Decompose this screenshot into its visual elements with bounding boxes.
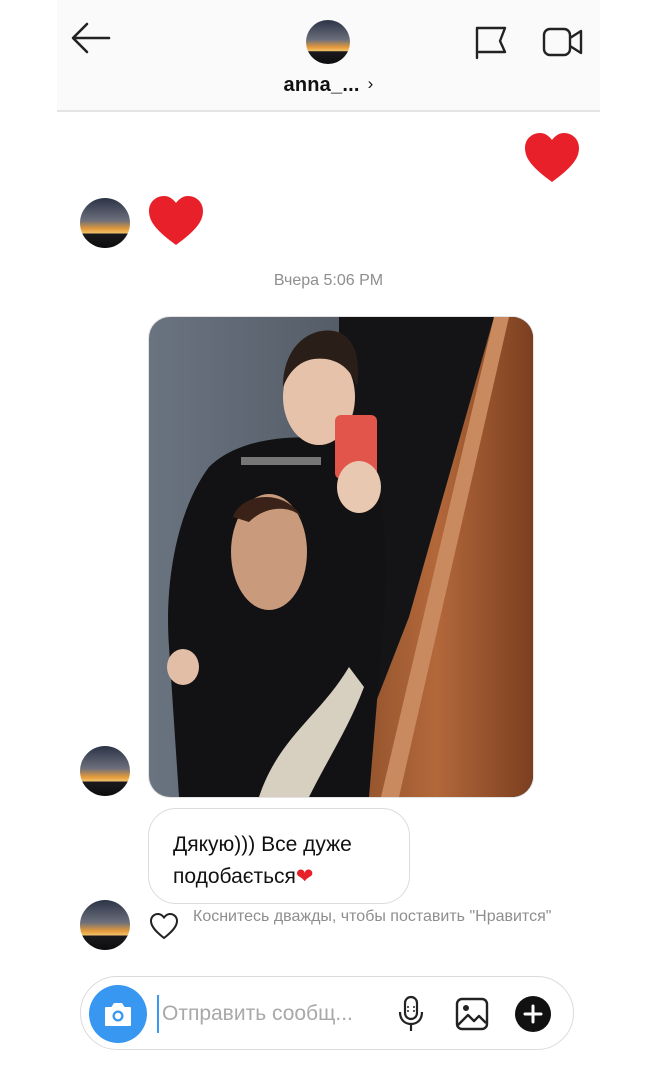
chevron-right-icon: › bbox=[367, 74, 374, 93]
flag-button[interactable] bbox=[471, 22, 511, 62]
heart-emoji: ❤ bbox=[295, 865, 314, 888]
microphone-icon bbox=[398, 995, 424, 1031]
header-avatar[interactable] bbox=[306, 20, 350, 64]
received-heart-message[interactable] bbox=[147, 195, 205, 247]
camera-button[interactable] bbox=[89, 985, 147, 1043]
image-gallery-icon bbox=[455, 997, 489, 1031]
video-call-button[interactable] bbox=[541, 22, 585, 62]
message-text: Дякую))) Все дуже подобається bbox=[173, 833, 352, 888]
left-margin bbox=[0, 0, 57, 1065]
flag-icon bbox=[475, 26, 507, 60]
text-message-bubble[interactable]: Дякую))) Все дуже подобається❤ bbox=[148, 808, 410, 904]
message-input[interactable] bbox=[157, 995, 384, 1033]
mirror-selfie-photo bbox=[149, 317, 533, 797]
plus-circle-icon bbox=[515, 996, 551, 1032]
sender-avatar[interactable] bbox=[80, 198, 130, 248]
sender-avatar[interactable] bbox=[80, 900, 130, 950]
arrow-left-icon bbox=[71, 22, 111, 54]
message-timestamp: Вчера 5:06 PM bbox=[273, 272, 384, 289]
sunset-avatar-image bbox=[306, 20, 350, 64]
like-hint-text: Коснитесь дважды, чтобы поставить "Нрави… bbox=[193, 908, 552, 925]
sender-avatar[interactable] bbox=[80, 746, 130, 796]
video-camera-icon bbox=[542, 27, 583, 57]
sent-heart-message[interactable] bbox=[523, 132, 581, 184]
microphone-button[interactable] bbox=[396, 995, 426, 1033]
double-tap-like-hint[interactable]: Коснитесь дважды, чтобы поставить "Нрави… bbox=[149, 908, 589, 954]
chat-screen: anna_... › Вчера 5:06 PM Дякую))) Все ду… bbox=[57, 0, 600, 1065]
photo-message[interactable] bbox=[148, 316, 534, 798]
sunset-avatar-image bbox=[80, 198, 130, 248]
heart-outline-icon bbox=[149, 912, 179, 940]
right-margin bbox=[600, 0, 657, 1065]
more-actions-button[interactable] bbox=[515, 996, 551, 1032]
message-composer bbox=[80, 976, 574, 1050]
heart-icon bbox=[525, 133, 579, 182]
gallery-button[interactable] bbox=[455, 997, 489, 1031]
sunset-avatar-image bbox=[80, 746, 130, 796]
back-button[interactable] bbox=[69, 18, 113, 58]
sunset-avatar-image bbox=[80, 900, 130, 950]
heart-icon bbox=[149, 196, 203, 245]
camera-icon bbox=[105, 1003, 131, 1026]
header-username[interactable]: anna_... › bbox=[57, 74, 600, 97]
chat-header: anna_... › bbox=[57, 0, 600, 112]
username-text: anna_... bbox=[283, 74, 360, 96]
